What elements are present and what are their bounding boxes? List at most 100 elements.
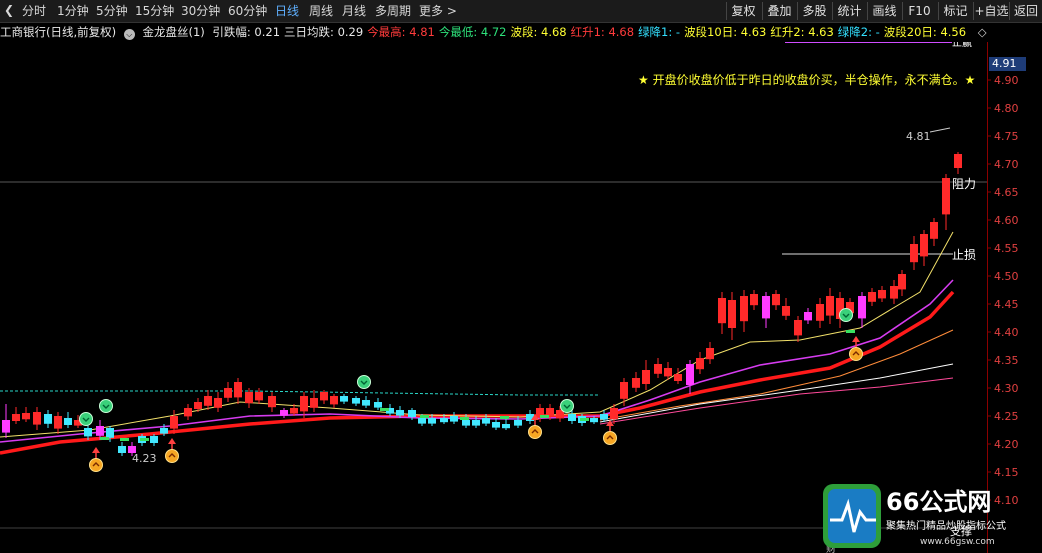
toolbar-button-8[interactable]: 返回: [1009, 2, 1042, 20]
support-dashed-line: [0, 390, 600, 396]
candle-body-62: [664, 368, 672, 377]
toolbar-button-4[interactable]: 画线: [867, 2, 901, 20]
tab-6[interactable]: 日线: [275, 3, 299, 19]
ma-white-line: [599, 363, 954, 423]
tab-0[interactable]: 分时: [22, 3, 46, 19]
candle-5: [54, 412, 62, 434]
tab-2[interactable]: 5分钟: [96, 3, 128, 19]
candle-6: [64, 412, 72, 428]
candle-4: [44, 410, 52, 428]
stop-loss-label: 止损: [952, 248, 976, 262]
candle-31: [330, 394, 338, 408]
candle-30: [320, 390, 328, 404]
candle-body-11: [118, 446, 126, 453]
candle-body-20: [214, 398, 222, 408]
signal-dash-8: [580, 418, 589, 421]
candle-76: [816, 298, 824, 328]
tab-8[interactable]: 月线: [342, 3, 366, 19]
candle-17: [184, 404, 192, 420]
candle-75: [804, 308, 812, 324]
indicator-value-6: 绿降1: -: [638, 25, 681, 39]
toolbar-button-6[interactable]: 标记: [938, 2, 972, 20]
candle-49: [526, 410, 534, 424]
candle-68: [728, 292, 736, 340]
kline-chart[interactable]: ★ 开盘价收盘价低于昨日的收盘价买，半仓操作，永不满仓。★4.814.23阻力止…: [0, 42, 987, 553]
signal-dash-4: [420, 415, 429, 418]
candle-body-83: [890, 286, 898, 299]
buy-circle-2: [528, 425, 542, 439]
tab-10[interactable]: 更多 >: [419, 3, 457, 19]
toolbar-button-0[interactable]: 复权: [726, 2, 760, 20]
sell-circle-4: [839, 308, 853, 322]
price-axis: 4.90 4.80 4.75 4.70 4.65 4.60 4.55 4.50 4.45 4.40…: [987, 74, 1019, 507]
indicator-value-1: 三日均跌: 0.29: [284, 25, 364, 39]
candle-87: [930, 218, 938, 246]
ma-pink-line: [599, 377, 954, 425]
high-price-label: 4.81: [906, 130, 931, 143]
toolbar-button-5[interactable]: F10: [902, 2, 936, 20]
sell-circle-3: [560, 399, 574, 413]
buy-arrow-head-1: [168, 438, 176, 444]
candle-body-38: [408, 410, 416, 417]
buy-circle-3: [603, 431, 617, 445]
resistance-label: 阻力: [952, 177, 976, 191]
candle-body-46: [492, 422, 500, 428]
tab-7[interactable]: 周线: [309, 3, 333, 19]
indicator-value-7: 波段10日: 4.63: [684, 25, 767, 39]
tab-4[interactable]: 30分钟: [181, 3, 220, 19]
chevron-down-circle-icon[interactable]: ⌵: [123, 29, 135, 40]
candle-73: [782, 298, 790, 320]
indicator-info-bar: 工商银行(日线,前复权) ⌵ 金龙盘丝(1) 引跌幅: 0.21 三日均跌: 0.…: [0, 24, 991, 40]
stock-name[interactable]: 工商银行(日线,前复权): [0, 25, 116, 39]
candle-body-15: [160, 428, 168, 434]
candle-82: [878, 286, 886, 302]
axis-label-10: 4.35: [994, 354, 1019, 367]
back-chevron-icon[interactable]: ❮: [4, 2, 14, 18]
candle-body-82: [878, 290, 886, 299]
candle-body-44: [472, 420, 480, 426]
ma-orange-line: [599, 329, 954, 421]
sell-circle-1: [99, 399, 113, 413]
sell-circle-2: [357, 375, 371, 389]
tab-3[interactable]: 15分钟: [135, 3, 174, 19]
candle-body-41: [440, 418, 448, 423]
buy-signal-icon-0: [89, 447, 103, 472]
indicator-value-10: 波段20日: 4.56: [883, 25, 967, 39]
buy-arrow-head-4: [852, 336, 860, 342]
candle-body-70: [750, 294, 758, 306]
candle-body-26: [280, 410, 288, 416]
candle-47: [502, 418, 510, 430]
candle-body-2: [22, 413, 30, 420]
diamond-icon[interactable]: ◇: [978, 25, 987, 39]
toolbar-button-7[interactable]: +自选: [973, 2, 1009, 20]
candle-85: [910, 236, 918, 270]
tab-5[interactable]: 60分钟: [228, 3, 267, 19]
candle-86: [920, 230, 928, 266]
candle-body-16: [170, 416, 178, 429]
candle-body-5: [54, 416, 62, 429]
tab-9[interactable]: 多周期: [375, 3, 411, 19]
indicator-name[interactable]: 金龙盘丝(1): [142, 25, 204, 39]
buy-circle-1: [165, 449, 179, 463]
axis-label-3: 4.70: [994, 158, 1019, 171]
candle-33: [352, 396, 360, 406]
candle-body-29: [310, 398, 318, 408]
toolbar-button-3[interactable]: 统计: [832, 2, 866, 20]
toolbar-button-1[interactable]: 叠加: [762, 2, 796, 20]
candle-body-3: [33, 412, 41, 425]
axis-label-5: 4.60: [994, 214, 1019, 227]
candle-88: [942, 174, 950, 230]
toolbar-button-2[interactable]: 多股: [797, 2, 831, 20]
buy-circle-4: [849, 347, 863, 361]
tab-1[interactable]: 1分钟: [57, 3, 89, 19]
candle-body-57: [610, 408, 618, 420]
candle-22: [234, 378, 242, 404]
logo-brand-text: 66公式网: [886, 488, 991, 516]
candle-body-84: [898, 274, 906, 290]
candle-21: [224, 382, 232, 402]
axis-label-4: 4.65: [994, 186, 1019, 199]
candle-body-65: [696, 358, 704, 370]
ma-yellow-line: [0, 231, 954, 438]
candle-body-74: [794, 320, 802, 336]
candle-body-24: [255, 392, 263, 401]
